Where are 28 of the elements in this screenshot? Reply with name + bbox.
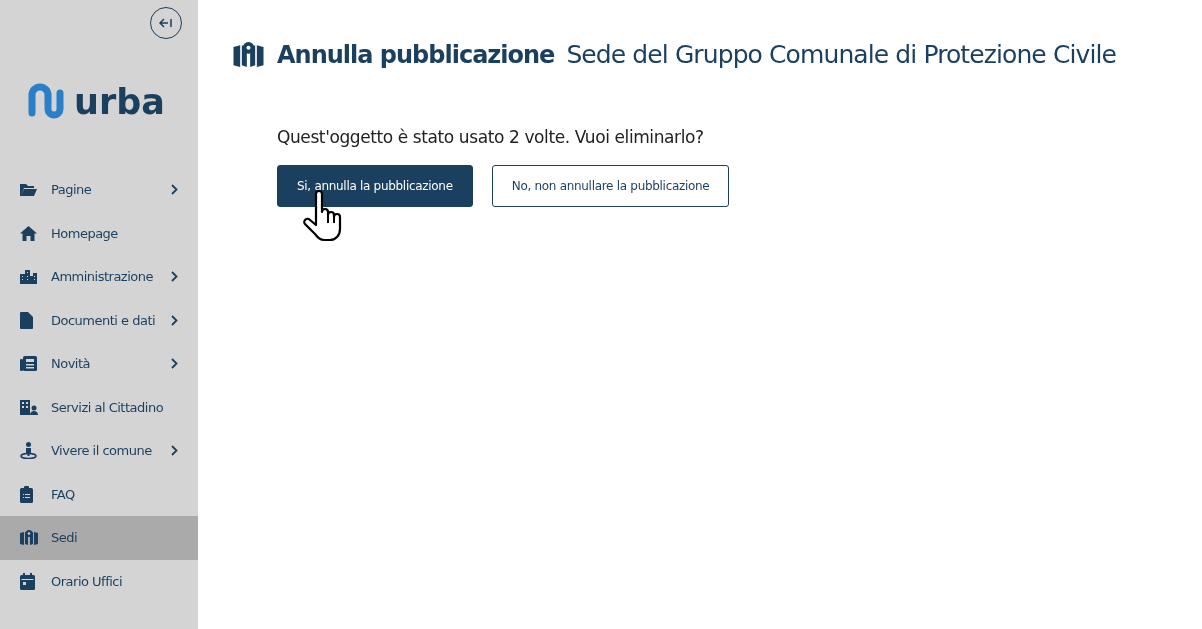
folder-icon [20,182,37,197]
sidebar-item[interactable]: Amministrazione [0,255,198,299]
sidebar-item[interactable]: Servizi al Cittadino [0,385,198,429]
map-icon [20,530,38,546]
page-title: Annulla pubblicazione [277,40,555,69]
sidebar-item[interactable]: Pagine [0,168,198,212]
sidebar-item[interactable]: Homepage [0,211,198,255]
map-icon [233,42,264,67]
sidebar-item[interactable]: Documenti e dati [0,298,198,342]
building-person-icon [20,399,38,415]
calendar-icon [20,572,35,590]
confirm-button[interactable]: Si, annulla la pubblicazione [277,165,473,207]
sidebar-item[interactable]: Novità [0,342,198,386]
collapse-arrow-icon [159,18,173,28]
clipboard-icon [20,485,33,503]
confirmation-question: Quest'oggetto è stato usato 2 volte. Vuoi eliminarlo? [277,127,705,147]
file-icon [20,311,33,329]
newspaper-icon [20,356,37,372]
logo-text: urba [74,82,165,122]
cancel-button[interactable]: No, non annullare la pubblicazione [491,165,730,207]
home-icon [20,225,37,241]
city-icon [20,269,37,284]
sidebar-item[interactable]: FAQ [0,472,198,516]
sidebar-item[interactable]: Vivere il comune [0,429,198,473]
person-pin-icon [20,442,37,460]
page-subtitle: Sede del Gruppo Comunale di Protezione Civile [566,40,1116,69]
sidebar-item[interactable]: Orario Uffici [0,559,198,603]
sidebar-item[interactable]: Sedi [0,516,198,560]
